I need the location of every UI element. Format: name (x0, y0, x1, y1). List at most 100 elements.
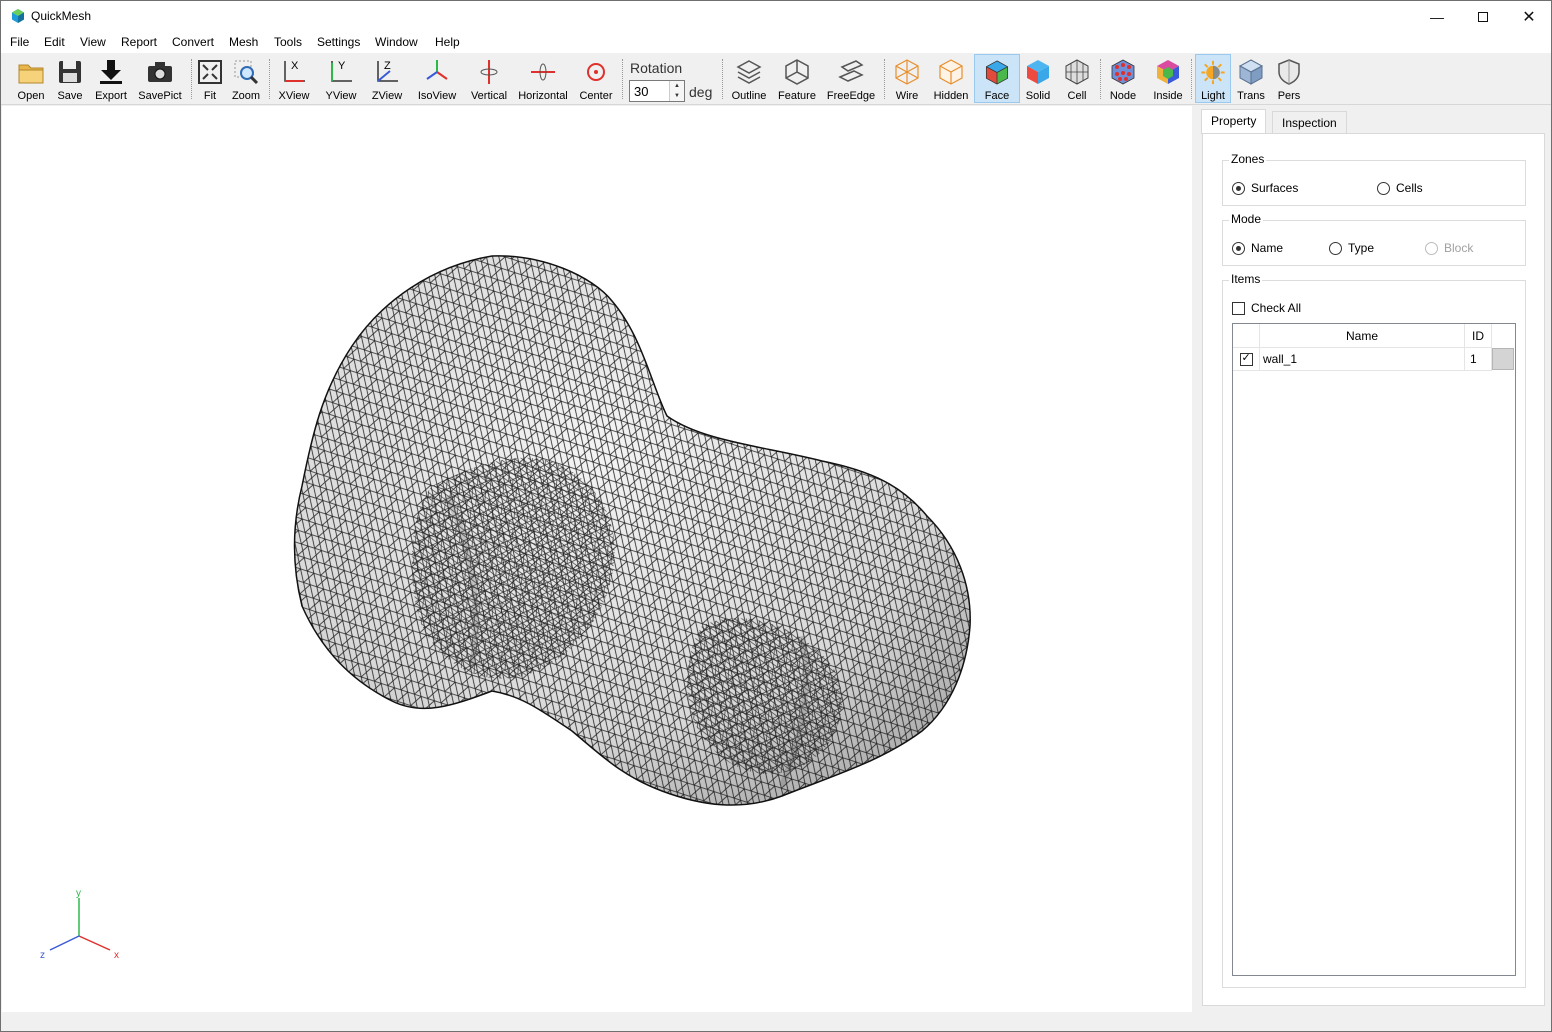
column-header-id[interactable]: ID (1465, 324, 1492, 348)
face-button[interactable]: Face (974, 54, 1020, 103)
app-logo-icon (12, 9, 24, 23)
magnifier-icon (234, 60, 259, 85)
menu-tools[interactable]: Tools (274, 35, 302, 49)
hidden-label: Hidden (933, 90, 969, 102)
radio-cells[interactable]: Cells (1377, 181, 1423, 195)
fit-view-icon (198, 60, 222, 84)
toolbar-separator (722, 59, 723, 99)
zoom-button[interactable]: Zoom (230, 54, 262, 103)
status-bar (1, 1012, 1551, 1031)
surface-mesh-model[interactable] (2, 106, 1192, 1012)
row-checkbox-cell[interactable] (1233, 348, 1260, 371)
target-center-icon (587, 63, 605, 81)
hidden-button[interactable]: Hidden (930, 54, 972, 103)
center-button[interactable]: Center (576, 54, 616, 103)
radio-label: Type (1348, 241, 1375, 255)
spin-up-icon[interactable]: ▲ (670, 81, 684, 91)
wire-button[interactable]: Wire (890, 54, 924, 103)
toolbar-separator (1191, 59, 1192, 99)
camera-icon (148, 62, 172, 82)
radio-label: Cells (1396, 181, 1423, 195)
table-cell-id[interactable]: 1 (1465, 348, 1492, 371)
hidden-line-cube-icon (939, 59, 963, 85)
radio-surfaces[interactable]: Surfaces (1232, 181, 1298, 195)
row-color-swatch[interactable] (1492, 348, 1514, 370)
toolbar-separator (191, 59, 192, 99)
cell-label: Cell (1067, 90, 1087, 102)
fit-button[interactable]: Fit (196, 54, 224, 103)
toolbar-separator (1100, 59, 1101, 99)
menu-settings[interactable]: Settings (317, 35, 360, 49)
svg-text:X: X (291, 60, 299, 72)
savepict-button[interactable]: SavePict (136, 54, 184, 103)
check-all-checkbox[interactable]: Check All (1232, 301, 1301, 315)
items-table: Name ID wall_1 1 (1232, 323, 1516, 976)
freeedge-label: FreeEdge (826, 90, 876, 102)
x-axis-label: x (114, 950, 119, 961)
rotate-vertical-icon (480, 60, 498, 84)
save-button[interactable]: Save (53, 54, 87, 103)
xview-button[interactable]: X XView (275, 54, 313, 103)
export-button[interactable]: Export (91, 54, 131, 103)
isoview-button[interactable]: IsoView (414, 54, 460, 103)
check-all-label: Check All (1251, 301, 1302, 315)
radio-label: Name (1251, 241, 1284, 255)
3d-viewport[interactable]: y x z (2, 106, 1192, 1012)
toolbar-separator (269, 59, 270, 99)
node-button[interactable]: Node (1105, 54, 1141, 103)
tab-property[interactable]: Property (1201, 109, 1267, 134)
rotation-spinner[interactable]: ▲ ▼ (669, 81, 684, 101)
inside-button[interactable]: Inside (1149, 54, 1187, 103)
close-button[interactable]: ✕ (1506, 1, 1552, 32)
menu-convert[interactable]: Convert (172, 35, 214, 49)
menu-window[interactable]: Window (375, 35, 418, 49)
light-button[interactable]: Light (1195, 54, 1231, 103)
yview-button[interactable]: Y YView (321, 54, 361, 103)
radio-type[interactable]: Type (1329, 241, 1374, 255)
solid-button[interactable]: Solid (1022, 54, 1054, 103)
menu-report[interactable]: Report (121, 35, 157, 49)
zones-group: Zones Surfaces Cells (1222, 152, 1526, 206)
window-title: QuickMesh (31, 9, 92, 23)
z-axis-view-icon: Z (377, 60, 398, 82)
wire-label: Wire (895, 90, 919, 102)
radio-dot (1329, 241, 1342, 255)
row-checkbox[interactable] (1239, 351, 1253, 366)
rotation-unit: deg (689, 84, 713, 100)
radio-block[interactable]: Block (1425, 241, 1473, 255)
title-bar: QuickMesh — ✕ (1, 1, 1551, 32)
items-group: Items Check All Name ID wall_1 1 (1222, 272, 1526, 988)
feature-button[interactable]: Feature (775, 54, 819, 103)
table-cell-name[interactable]: wall_1 (1260, 348, 1465, 371)
menu-file[interactable]: File (10, 35, 29, 49)
axis-triad: y x z (40, 888, 119, 961)
node-points-icon (1111, 59, 1135, 85)
column-header-name[interactable]: Name (1260, 324, 1465, 348)
menu-edit[interactable]: Edit (44, 35, 65, 49)
svg-text:Y: Y (338, 60, 346, 72)
tab-inspection[interactable]: Inspection (1272, 111, 1347, 133)
vertical-button[interactable]: Vertical (467, 54, 511, 103)
menu-help[interactable]: Help (435, 35, 460, 49)
freeedge-button[interactable]: FreeEdge (824, 54, 878, 103)
maximize-button[interactable] (1460, 1, 1506, 32)
perspective-shield-icon (1278, 59, 1300, 85)
radio-dot (1232, 241, 1245, 255)
radio-name[interactable]: Name (1232, 241, 1283, 255)
zview-button[interactable]: Z ZView (367, 54, 407, 103)
open-button[interactable]: Open (13, 54, 49, 103)
menu-mesh[interactable]: Mesh (229, 35, 258, 49)
trans-button[interactable]: Trans (1234, 54, 1268, 103)
cell-button[interactable]: Cell (1061, 54, 1093, 103)
outline-button[interactable]: Outline (728, 54, 770, 103)
horizontal-button[interactable]: Horizontal (516, 54, 570, 103)
menu-view[interactable]: View (80, 35, 106, 49)
pers-button[interactable]: Pers (1272, 54, 1306, 103)
svg-text:Z: Z (384, 60, 391, 72)
minimize-button[interactable]: — (1414, 1, 1460, 32)
solid-cube-icon (1027, 60, 1049, 84)
face-cube-icon (985, 60, 1009, 85)
outline-label: Outline (731, 90, 767, 102)
checkbox-box (1232, 301, 1245, 315)
spin-down-icon[interactable]: ▼ (670, 91, 684, 101)
